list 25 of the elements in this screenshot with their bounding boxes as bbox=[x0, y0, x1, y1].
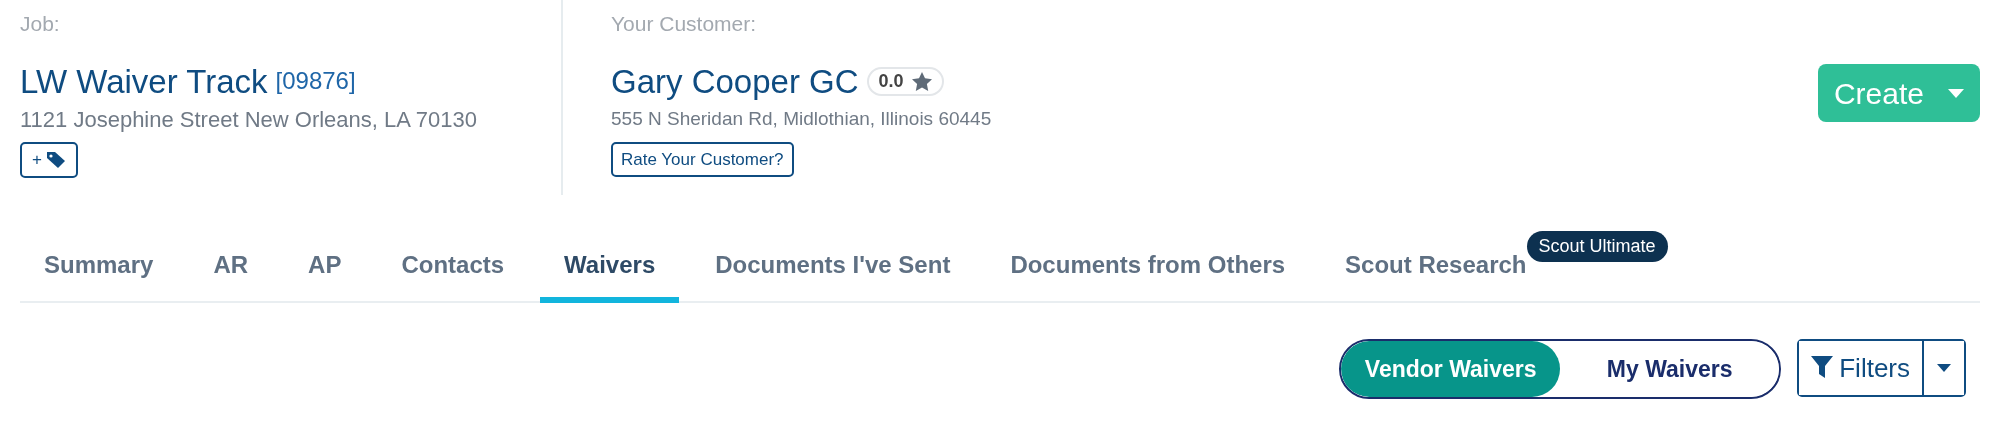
tab[interactable]: Summary bbox=[20, 247, 178, 303]
tab[interactable]: Waivers bbox=[540, 247, 680, 303]
customer-label: Your Customer: bbox=[611, 11, 758, 37]
customer-address: 555 N Sheridan Rd, Midlothian, Illinois 60445 bbox=[611, 107, 993, 132]
caret-icon bbox=[1948, 88, 1964, 98]
tab[interactable]: Documents I've Sent bbox=[691, 247, 975, 303]
toggle-option[interactable]: Vendor Waivers bbox=[1341, 341, 1561, 397]
job-label: Job: bbox=[20, 11, 61, 37]
tab[interactable]: Contacts bbox=[377, 247, 529, 303]
customer-name[interactable]: Gary Cooper GC bbox=[611, 61, 859, 102]
job-address: 1121 Josephine Street New Orleans, LA 70130 bbox=[20, 106, 478, 135]
plan-badge: Scout Ultimate bbox=[1526, 231, 1668, 262]
filter-icon bbox=[1811, 356, 1834, 380]
tab[interactable]: AP bbox=[284, 247, 366, 303]
tab[interactable]: AR bbox=[189, 247, 273, 303]
rating-badge: 0.0 bbox=[866, 66, 944, 97]
star-icon bbox=[911, 71, 932, 91]
job-title[interactable]: LW Waiver Track bbox=[20, 61, 268, 102]
rate-customer-button[interactable]: Rate Your Customer? bbox=[611, 141, 794, 178]
tab[interactable]: Documents from Others bbox=[986, 247, 1310, 303]
add-tag-button[interactable]: + bbox=[20, 142, 78, 179]
caret-icon bbox=[1937, 364, 1951, 372]
filters-button[interactable]: Filters bbox=[1799, 341, 1924, 395]
tag-icon bbox=[45, 151, 66, 170]
job-number: [09876] bbox=[275, 66, 356, 96]
